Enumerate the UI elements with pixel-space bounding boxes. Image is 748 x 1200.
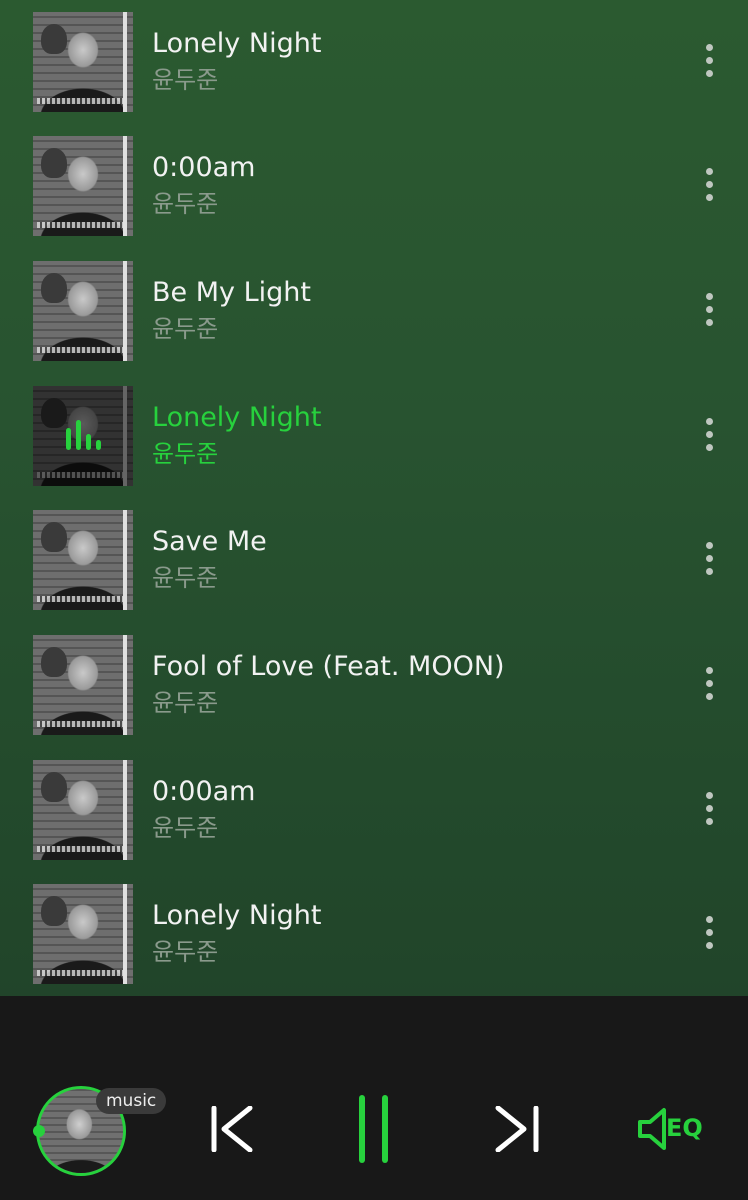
track-title: Fool of Love (Feat. MOON) bbox=[152, 651, 505, 682]
skip-previous-icon bbox=[211, 1105, 253, 1153]
eq-label: EQ bbox=[666, 1114, 703, 1142]
more-options-icon[interactable] bbox=[700, 542, 720, 576]
track-artist: 윤두준 bbox=[152, 440, 219, 468]
track-artist: 윤두준 bbox=[152, 938, 219, 966]
more-options-icon[interactable] bbox=[700, 293, 720, 327]
progress-indicator[interactable] bbox=[33, 1125, 45, 1137]
equalizer-button[interactable]: EQ bbox=[636, 1104, 716, 1154]
more-options-icon[interactable] bbox=[700, 667, 720, 701]
track-row[interactable]: 0:00am 윤두준 bbox=[0, 748, 748, 872]
album-art bbox=[33, 884, 133, 984]
skip-next-icon bbox=[495, 1105, 539, 1153]
track-title: Lonely Night bbox=[152, 402, 322, 433]
track-artist: 윤두준 bbox=[152, 814, 219, 842]
track-row[interactable]: Save Me 윤두준 bbox=[0, 498, 748, 622]
track-title: Lonely Night bbox=[152, 28, 322, 59]
track-artist: 윤두준 bbox=[152, 190, 219, 218]
album-art bbox=[33, 510, 133, 610]
skip-previous-button[interactable] bbox=[208, 1105, 256, 1153]
track-row[interactable]: Fool of Love (Feat. MOON) 윤두준 bbox=[0, 623, 748, 747]
track-row[interactable]: Be My Light 윤두준 bbox=[0, 249, 748, 373]
more-options-icon[interactable] bbox=[700, 168, 720, 202]
track-row-now-playing[interactable]: Lonely Night 윤두준 bbox=[0, 374, 748, 498]
track-artist: 윤두준 bbox=[152, 315, 219, 343]
track-title: Save Me bbox=[152, 526, 267, 557]
track-title: Lonely Night bbox=[152, 900, 322, 931]
track-row[interactable]: 0:00am 윤두준 bbox=[0, 124, 748, 248]
album-art bbox=[33, 635, 133, 735]
music-badge: music bbox=[96, 1088, 167, 1114]
more-options-icon[interactable] bbox=[700, 418, 720, 452]
track-artist: 윤두준 bbox=[152, 564, 219, 592]
track-artist: 윤두준 bbox=[152, 689, 219, 717]
pause-button[interactable] bbox=[352, 1094, 396, 1164]
track-row[interactable]: Lonely Night 윤두준 bbox=[0, 872, 748, 996]
track-artist: 윤두준 bbox=[152, 66, 219, 94]
album-art bbox=[33, 760, 133, 860]
album-art bbox=[33, 136, 133, 236]
album-art bbox=[33, 12, 133, 112]
more-options-icon[interactable] bbox=[700, 44, 720, 78]
now-playing-equalizer-icon bbox=[66, 420, 106, 450]
speaker-icon bbox=[638, 1108, 666, 1150]
track-list: Lonely Night 윤두준 0:00am 윤두준 Be My Light … bbox=[0, 0, 748, 996]
track-title: 0:00am bbox=[152, 152, 256, 183]
album-art bbox=[33, 261, 133, 361]
track-title: 0:00am bbox=[152, 776, 256, 807]
track-title: Be My Light bbox=[152, 277, 311, 308]
more-options-icon[interactable] bbox=[700, 792, 720, 826]
mini-player: music EQ bbox=[0, 996, 748, 1200]
more-options-icon[interactable] bbox=[700, 916, 720, 950]
track-row[interactable]: Lonely Night 윤두준 bbox=[0, 0, 748, 124]
pause-icon bbox=[359, 1095, 388, 1163]
skip-next-button[interactable] bbox=[494, 1105, 542, 1153]
